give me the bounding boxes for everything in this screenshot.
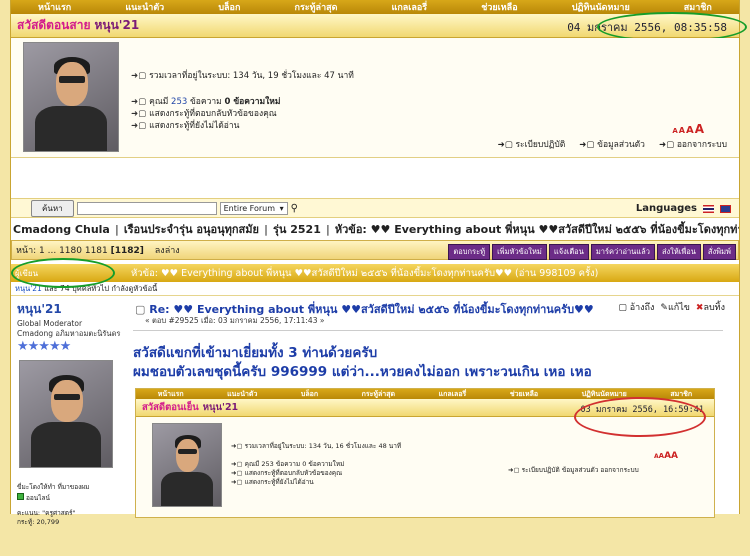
nav-home[interactable]: หน้าแรก [34,0,75,14]
reply-button[interactable]: ตอบกระทู้ [448,244,491,260]
mark-read-button[interactable]: มาร์คว่าอ่านแล้ว [590,244,655,260]
crumb-subboard[interactable]: รุ่น 2521 [273,220,321,238]
post-divider [133,330,723,331]
poster-post-count: กระทู้: 20,799 [17,518,60,526]
page-wrapper: หน้าแรก แนะนำตัว บล็อก กระทู้ล่าสุด แกลเ… [10,0,747,526]
post-meta: « ตอบ #29525 เมื่อ: 03 มกราคม 2556, 17:1… [145,316,325,325]
crumb-topic[interactable]: หัวข้อ: ♥♥ Everything about พี่หนุน ♥♥สว… [335,220,739,238]
online-status: ออนไลน์ [17,493,50,503]
search-bar: ค้นหา Entire Forum ▾ ⚲ Languages [11,198,739,218]
crumb-board[interactable]: เรือนประจำรุ่น อนุอนุทุกสมัย [124,220,259,238]
username[interactable]: หนุน'21 [94,16,139,35]
topic-title: หัวข้อ: ♥♥ Everything about พี่หนุน ♥♥สว… [131,267,599,279]
rules-link[interactable]: ➜▢ ระเบียบปฏิบัติ [498,137,566,151]
rank-stars: ★★★★★ [17,339,71,354]
post: หนุน'21 Global Moderator Cmadong อภิมหาอ… [11,296,739,556]
thai-flag-icon[interactable] [703,204,714,213]
search-button[interactable]: ค้นหา [31,199,74,217]
unread-link[interactable]: ➜▢ แสดงกระทู้ที่ยังไม่ได้อ่าน [131,118,239,132]
crumb-forum[interactable]: Cmadong Chula [13,223,110,236]
poster-info: หนุน'21 Global Moderator Cmadong อภิมหาอ… [17,300,127,353]
nav-intro[interactable]: แนะนำตัว [121,0,168,14]
nav-blog[interactable]: บล็อก [214,0,244,14]
topic-actions: ตอบกระทู้ เพิ่มหัวข้อใหม่ แจ้งเตือน มาร์… [448,244,736,260]
languages-label: Languages [635,203,697,214]
search-scope-select[interactable]: Entire Forum ▾ [219,201,288,215]
topic-title-bar: ผู้เขียน หัวข้อ: ♥♥ Everything about พี่… [11,264,739,282]
online-time: ➜▢ รวมเวลาที่อยู่ในระบบ: 134 วัน, 19 ชั่ว… [131,71,354,81]
nav-calendar[interactable]: ปฏิทินนัดหมาย [568,0,634,14]
send-friend-button[interactable]: ส่งให้เพื่อน [656,244,701,260]
print-button[interactable]: สั่งพิมพ์ [702,244,736,260]
inner-username: หนุน'21 [202,402,239,413]
uk-flag-icon[interactable] [720,204,731,213]
profile-link[interactable]: ➜▢ ข้อมูลส่วนตัว [579,137,645,151]
inner-font-size-controls: AAAA [653,451,678,461]
go-down-link[interactable]: ลงล่าง [155,246,180,256]
notify-button[interactable]: แจ้งเตือน [548,244,589,260]
font-size-l[interactable]: A [695,122,704,136]
inner-greeting: สวัสดีตอนเย็น [142,402,199,413]
pagination-bar: หน้า: 1 ... 1180 1181 [1182] ลงล่าง ตอบก… [11,240,739,260]
delete-link[interactable]: ✖ลบทิ้ง [696,300,725,314]
poster-name[interactable]: หนุน'21 [17,300,127,319]
language-selector: Languages [636,203,731,214]
search-icon[interactable]: ⚲ [291,203,298,214]
red-highlight-circle [574,397,706,437]
nav-recent[interactable]: กระทู้ล่าสุด [291,0,342,14]
breadcrumb: Cmadong Chula | เรือนประจำรุ่น อนุอนุทุกส… [11,218,739,240]
search-input[interactable] [76,201,217,215]
font-size-xs[interactable]: A [672,127,677,135]
new-topic-button[interactable]: เพิ่มหัวข้อใหม่ [492,244,547,260]
post-actions: ▢ อ้างถึง ✎แก้ไข ✖ลบทิ้ง [618,300,725,314]
inner-avatar [152,423,222,507]
nav-help[interactable]: ช่วยเหลือ [477,0,521,14]
logout-link[interactable]: ➜▢ ออกจากระบบ [659,137,727,151]
edit-link[interactable]: ✎แก้ไข [660,300,689,314]
font-size-s[interactable]: A [679,126,685,135]
avatar [23,42,119,152]
quote-link[interactable]: ▢ อ้างถึง [618,300,654,314]
account-links: ➜▢ ระเบียบปฏิบัติ ➜▢ ข้อมูลส่วนตัว ➜▢ ออ… [498,137,727,151]
top-navigation: หน้าแรก แนะนำตัว บล็อก กระทู้ล่าสุด แกลเ… [11,0,739,14]
inner-unread: ➜▢ แสดงกระทู้ที่ยังไม่ได้อ่าน [231,478,314,486]
post-body: สวัสดีแขกที่เข้ามาเยี่ยมทั้ง 3 ท่านด้วยค… [133,345,592,380]
poster-avatar [19,360,113,468]
poster-rank: Global Moderator [17,319,83,328]
nav-gallery[interactable]: แกลเลอรี่ [388,0,432,14]
greeting: สวัสดีตอนสาย [17,18,91,32]
inner-online-time: ➜▢ รวมเวลาที่อยู่ในระบบ: 134 วัน, 16 ชั่… [231,442,402,450]
font-size-m[interactable]: A [686,125,694,136]
green-highlight-circle-2 [11,258,115,288]
user-info-box: ➜▢ รวมเวลาที่อยู่ในระบบ: 134 วัน, 19 ชั่ว… [11,38,739,158]
inner-account-links: ➜▢ ระเบียบปฏิบัติ ข้อมูลส่วนตัว ออกจากระ… [508,466,639,474]
viewers-bar: หนุน'21 และ 74 บุคคลทั่วไป กำลังดูหัวข้อ… [11,282,739,296]
poster-quote: ขี่มะโดงให้ทำ ที่มาของผม [17,483,90,491]
font-size-controls: AAAA [672,122,705,136]
pagination: หน้า: 1 ... 1180 1181 [1182] ลงล่าง [16,246,180,256]
